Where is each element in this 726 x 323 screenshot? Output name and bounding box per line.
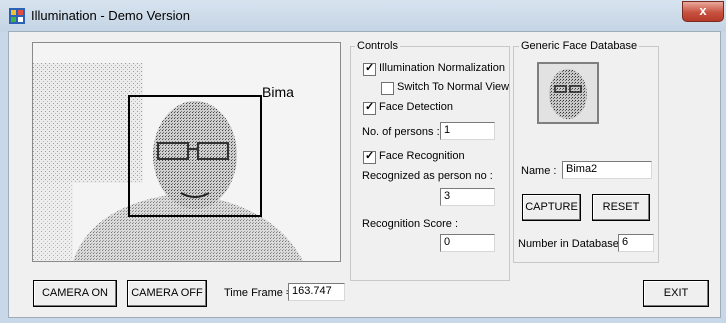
face-label: Bima <box>262 84 294 100</box>
database-count-label: Number in Database : <box>518 238 625 250</box>
illumination-normalization-label: Illumination Normalization <box>379 62 505 74</box>
switch-normal-view-checkbox[interactable] <box>381 82 394 95</box>
face-recognition-checkbox[interactable] <box>363 149 376 164</box>
exit-button[interactable]: EXIT <box>643 280 709 307</box>
name-label: Name : <box>521 165 557 177</box>
camera-preview: Bima <box>32 42 341 262</box>
recognized-field[interactable]: 3 <box>440 188 495 206</box>
score-field[interactable]: 0 <box>440 234 495 252</box>
app-window: Illumination - Demo Version x Bima Contr… <box>0 0 726 323</box>
reset-button[interactable]: RESET <box>592 194 650 221</box>
illumination-normalization-checkbox[interactable] <box>363 61 376 76</box>
face-thumbnail-image <box>539 64 597 122</box>
face-detection-label: Face Detection <box>379 101 453 113</box>
close-button[interactable]: x <box>682 1 724 22</box>
database-face-thumbnail <box>537 62 599 124</box>
switch-normal-view-label: Switch To Normal View <box>397 81 510 93</box>
persons-label: No. of persons : <box>362 126 440 138</box>
score-label: Recognition Score : <box>362 218 458 230</box>
face-recognition-label: Face Recognition <box>379 150 465 162</box>
client-area: Bima Controls Illumination Normalization… <box>8 31 721 318</box>
persons-field[interactable]: 1 <box>440 122 495 140</box>
recognized-label: Recognized as person no : <box>362 170 493 182</box>
database-count-field[interactable]: 6 <box>618 234 654 252</box>
database-group-label: Generic Face Database <box>519 40 640 52</box>
controls-group-label: Controls <box>355 40 400 52</box>
title-bar[interactable]: Illumination - Demo Version x <box>0 0 726 32</box>
camera-off-button[interactable]: CAMERA OFF <box>127 280 207 307</box>
name-field[interactable]: Bima2 <box>562 161 652 179</box>
face-detection-box <box>128 95 262 217</box>
face-detection-checkbox[interactable] <box>363 100 376 115</box>
close-icon: x <box>699 3 707 18</box>
time-frame-field[interactable]: 163.747 <box>288 283 345 301</box>
window-title: Illumination - Demo Version <box>31 8 190 23</box>
time-frame-label: Time Frame = <box>224 287 293 299</box>
app-icon <box>9 8 25 24</box>
camera-on-button[interactable]: CAMERA ON <box>33 280 117 307</box>
capture-button[interactable]: CAPTURE <box>522 194 581 221</box>
